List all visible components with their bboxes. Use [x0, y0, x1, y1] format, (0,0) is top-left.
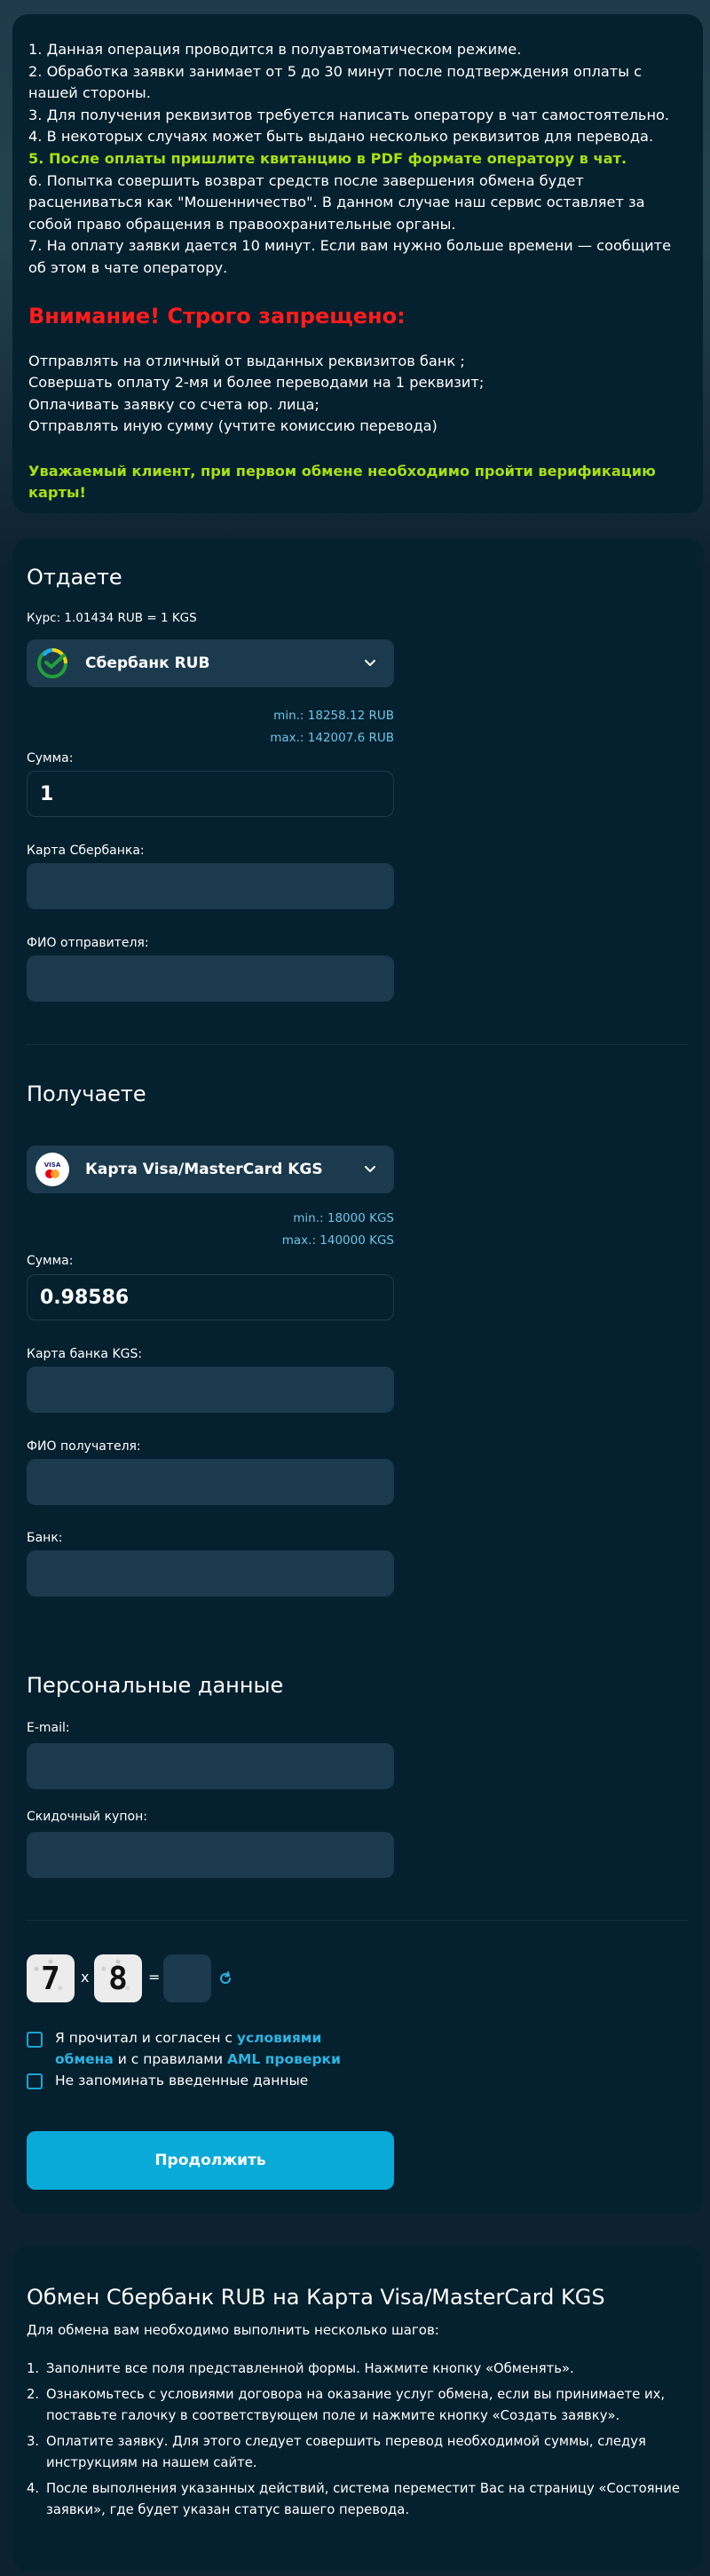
rules-list: 1. Данная операция проводится в полуавто…: [28, 39, 687, 280]
verification-notice: Уважаемый клиент, при первом обмене необ…: [28, 462, 656, 501]
instructions-intro: Для обмена вам необходимо выполнить неск…: [27, 2322, 439, 2338]
agreement-middle: и с правилами: [113, 2051, 227, 2067]
get-amount-label: Сумма:: [27, 1254, 74, 1268]
visa-mastercard-logo-icon: VISA: [36, 1153, 69, 1186]
step-number: 4.: [27, 2481, 40, 2496]
svg-text:VISA: VISA: [44, 1161, 61, 1169]
give-min-limit: min.: 18258.12 RUB: [273, 709, 394, 723]
get-currency-select[interactable]: VISA Карта Visa/MasterCard KGS: [27, 1145, 394, 1193]
get-card-label: Карта банка KGS:: [27, 1347, 143, 1361]
give-amount-label: Сумма:: [27, 751, 74, 765]
list-item: 2. Ознакомьтесь с условиями договора на о…: [27, 2384, 683, 2427]
exchange-rate: Курс: 1.01434 RUB = 1 KGS: [27, 611, 197, 625]
personal-section-title: Персональные данные: [27, 1673, 284, 1698]
step-text: Оплатите заявку. Для этого следует совер…: [46, 2434, 646, 2470]
terms-link[interactable]: условиями: [237, 2030, 321, 2046]
step-text: После выполнения указанных действий, сис…: [46, 2481, 680, 2517]
email-input[interactable]: [27, 1743, 394, 1789]
captcha-digit-a: 7: [27, 1954, 75, 2002]
give-card-input[interactable]: [27, 863, 394, 909]
captcha-answer-input[interactable]: [163, 1954, 211, 2002]
forbidden-item: Отправлять на отличный от выданных рекви…: [28, 352, 465, 369]
give-max-limit: max.: 142007.6 RUB: [270, 731, 394, 745]
instructions-panel: Обмен Сбербанк RUB на Карта Visa/MasterC…: [12, 2246, 703, 2571]
get-min-limit: min.: 18000 KGS: [293, 1211, 394, 1225]
captcha-operator: x: [81, 1969, 90, 1986]
forbidden-item: Оплачивать заявку со счета юр. лица;: [28, 395, 320, 413]
remember-checkbox[interactable]: [27, 2073, 43, 2089]
give-currency-select[interactable]: Сбербанк RUB: [27, 639, 394, 687]
continue-button[interactable]: Продолжить: [27, 2131, 394, 2190]
step-number: 1.: [27, 2361, 40, 2376]
step-text: Ознакомьтесь с условиями договора на ока…: [46, 2387, 666, 2423]
recipient-name-input[interactable]: [27, 1459, 394, 1505]
warning-title: Внимание! Строго запрещено:: [28, 303, 406, 329]
bank-input[interactable]: [27, 1550, 394, 1597]
rule-2: 2. Обработка заявки занимает от 5 до 30 …: [28, 62, 643, 102]
step-number: 3.: [27, 2434, 40, 2449]
rule-4: 4. В некоторых случаях может быть выдано…: [28, 128, 654, 146]
give-section-title: Отдаете: [27, 565, 122, 590]
list-item: 3. Оплатите заявку. Для этого следует сов…: [27, 2431, 683, 2474]
forbidden-item: Отправлять иную сумму (учтите комиссию п…: [28, 417, 438, 435]
captcha-digit-b: 8: [94, 1954, 142, 2002]
get-card-input[interactable]: [27, 1367, 394, 1413]
give-currency-name: Сбербанк RUB: [85, 654, 210, 672]
chevron-down-icon: [365, 660, 375, 666]
give-card-label: Карта Сбербанка:: [27, 844, 145, 858]
get-section-title: Получаете: [27, 1082, 146, 1106]
remember-label: Не запоминать введенные данные: [55, 2073, 309, 2089]
captcha-equals: =: [148, 1969, 161, 1986]
give-amount-input[interactable]: 1: [27, 771, 394, 817]
get-currency-name: Карта Visa/MasterCard KGS: [85, 1161, 323, 1178]
list-item: 1. Заполните все поля представленной форм…: [27, 2358, 683, 2380]
get-amount-input[interactable]: 0.98586: [27, 1274, 394, 1320]
agreement-checkbox[interactable]: [27, 2032, 43, 2048]
step-text: Заполните все поля представленной формы.…: [46, 2361, 574, 2376]
divider: [27, 1920, 689, 1921]
sberbank-logo-icon: [36, 646, 69, 680]
recipient-name-label: ФИО получателя:: [27, 1439, 141, 1454]
email-label: E-mail:: [27, 1721, 70, 1735]
chevron-down-icon: [365, 1166, 375, 1172]
coupon-label: Скидочный купон:: [27, 1810, 147, 1824]
agreement-text: Я прочитал и согласен с условиями обмена…: [55, 2027, 375, 2070]
get-max-limit: max.: 140000 KGS: [281, 1233, 394, 1248]
refresh-icon[interactable]: [217, 1970, 233, 1986]
coupon-input[interactable]: [27, 1832, 394, 1878]
divider: [27, 1044, 689, 1045]
sender-name-input[interactable]: [27, 955, 394, 1002]
forbidden-list: Отправлять на отличный от выданных рекви…: [28, 351, 687, 438]
exchange-form-panel: Отдаете Курс: 1.01434 RUB = 1 KGS Сберба…: [12, 538, 703, 2214]
step-number: 2.: [27, 2387, 40, 2402]
rule-6: 6. Попытка совершить возврат средств пос…: [28, 171, 645, 233]
agreement-prefix: Я прочитал и согласен с: [55, 2030, 237, 2046]
bank-label: Банк:: [27, 1531, 63, 1545]
list-item: 4. После выполнения указанных действий, с…: [27, 2478, 683, 2521]
rule-5: 5. После оплаты пришлите квитанцию в PDF…: [28, 149, 627, 167]
forbidden-item: Совершать оплату 2-мя и более переводами…: [28, 374, 485, 392]
instructions-title: Обмен Сбербанк RUB на Карта Visa/MasterC…: [27, 2285, 605, 2310]
aml-link[interactable]: AML проверки: [227, 2051, 341, 2067]
rule-3: 3. Для получения реквизитов требуется на…: [28, 106, 670, 123]
rule-7: 7. На оплату заявки дается 10 минут. Есл…: [28, 237, 672, 276]
terms-link-cont[interactable]: обмена: [55, 2051, 114, 2067]
steps-list: 1. Заполните все поля представленной форм…: [27, 2358, 683, 2525]
rule-1: 1. Данная операция проводится в полуавто…: [28, 41, 522, 58]
sender-name-label: ФИО отправителя:: [27, 936, 149, 950]
notice-panel: 1. Данная операция проводится в полуавто…: [12, 14, 703, 513]
